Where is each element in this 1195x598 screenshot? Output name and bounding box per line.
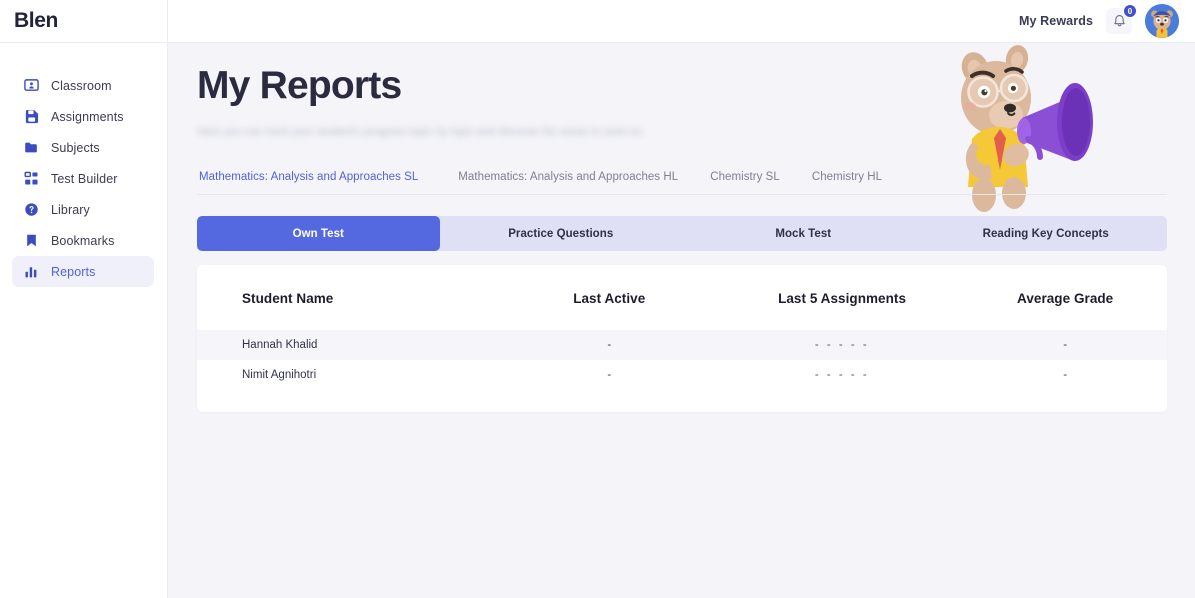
sidebar-item-subjects[interactable]: Subjects xyxy=(12,132,154,163)
brand-logo[interactable]: Blen xyxy=(0,0,167,43)
tab-chemistry-sl[interactable]: Chemistry SL xyxy=(694,163,796,194)
main-content: My Rewards 0 My Reports Here you can tra… xyxy=(168,0,1195,598)
sidebar-item-classroom[interactable]: Classroom xyxy=(12,70,154,101)
help-circle-icon xyxy=(24,202,39,217)
sidebar-item-label: Library xyxy=(51,202,90,217)
app-root: Blen Classroom Assignments Subjects Test… xyxy=(0,0,1195,598)
table-head: Student Name Last Active Last 5 Assignme… xyxy=(197,265,1167,330)
cell-student-name: Nimit Agnihotri xyxy=(242,369,317,381)
sidebar: Blen Classroom Assignments Subjects Test… xyxy=(0,0,168,598)
cell-average-grade: - xyxy=(1063,339,1068,351)
page-body: My Reports Here you can track your stude… xyxy=(168,64,1195,412)
subject-tabs: Mathematics: Analysis and Approaches SL … xyxy=(197,163,1167,195)
classroom-icon xyxy=(24,78,39,93)
sidebar-item-bookmarks[interactable]: Bookmarks xyxy=(12,225,154,256)
cell-last-active: - xyxy=(607,339,612,351)
column-header-last-5-assignments: Last 5 Assignments xyxy=(778,291,906,306)
bookmark-icon xyxy=(24,233,39,248)
sidebar-item-assignments[interactable]: Assignments xyxy=(12,101,154,132)
tab-math-aa-sl[interactable]: Mathematics: Analysis and Approaches SL xyxy=(197,163,442,194)
cell-student-name: Hannah Khalid xyxy=(242,339,318,351)
bar-chart-icon xyxy=(24,264,39,279)
report-type-segmented-control: Own Test Practice Questions Mock Test Re… xyxy=(197,216,1167,251)
column-header-average-grade: Average Grade xyxy=(1017,291,1114,306)
students-table: Student Name Last Active Last 5 Assignme… xyxy=(197,265,1167,390)
segment-practice-questions[interactable]: Practice Questions xyxy=(440,216,683,251)
avatar[interactable] xyxy=(1145,4,1179,38)
sidebar-item-label: Test Builder xyxy=(51,171,118,186)
cell-last-active: - xyxy=(607,369,612,381)
tab-chemistry-hl[interactable]: Chemistry HL xyxy=(796,163,898,194)
column-header-student-name: Student Name xyxy=(242,291,334,306)
notification-badge: 0 xyxy=(1123,4,1137,18)
my-rewards-link[interactable]: My Rewards xyxy=(1019,14,1093,28)
sidebar-item-library[interactable]: Library xyxy=(12,194,154,225)
page-subtitle: Here you can track your student's progre… xyxy=(197,126,645,138)
tab-math-aa-hl[interactable]: Mathematics: Analysis and Approaches HL xyxy=(442,163,694,194)
avatar-bear-image xyxy=(1145,4,1179,38)
table-row[interactable]: Nimit Agnihotri - - - - - - - xyxy=(197,360,1167,390)
table-body: Hannah Khalid - - - - - - - Nimit Agniho… xyxy=(197,330,1167,390)
sidebar-item-label: Bookmarks xyxy=(51,233,115,248)
cell-last-5-assignments: - - - - - xyxy=(814,369,870,381)
sidebar-item-label: Classroom xyxy=(51,78,112,93)
folder-icon xyxy=(24,140,39,155)
students-report-card: Student Name Last Active Last 5 Assignme… xyxy=(197,265,1167,412)
segment-reading-key-concepts[interactable]: Reading Key Concepts xyxy=(925,216,1168,251)
table-row[interactable]: Hannah Khalid - - - - - - - xyxy=(197,330,1167,360)
sidebar-item-label: Subjects xyxy=(51,140,100,155)
assignments-icon xyxy=(24,109,39,124)
sidebar-item-reports[interactable]: Reports xyxy=(12,256,154,287)
notification-bell-button[interactable]: 0 xyxy=(1106,4,1137,34)
sidebar-item-label: Assignments xyxy=(51,109,124,124)
segment-mock-test[interactable]: Mock Test xyxy=(682,216,925,251)
sidebar-nav: Classroom Assignments Subjects Test Buil… xyxy=(0,43,167,287)
segment-own-test[interactable]: Own Test xyxy=(197,216,440,251)
sidebar-item-test-builder[interactable]: Test Builder xyxy=(12,163,154,194)
table-header-row: Student Name Last Active Last 5 Assignme… xyxy=(197,265,1167,330)
cell-average-grade: - xyxy=(1063,369,1068,381)
sidebar-item-label: Reports xyxy=(51,264,96,279)
column-header-last-active: Last Active xyxy=(573,291,646,306)
top-header: My Rewards 0 xyxy=(168,0,1195,43)
grid-icon xyxy=(24,171,39,186)
brand-logo-text: Blen xyxy=(14,9,58,32)
cell-last-5-assignments: - - - - - xyxy=(814,339,870,351)
page-title: My Reports xyxy=(197,64,402,107)
